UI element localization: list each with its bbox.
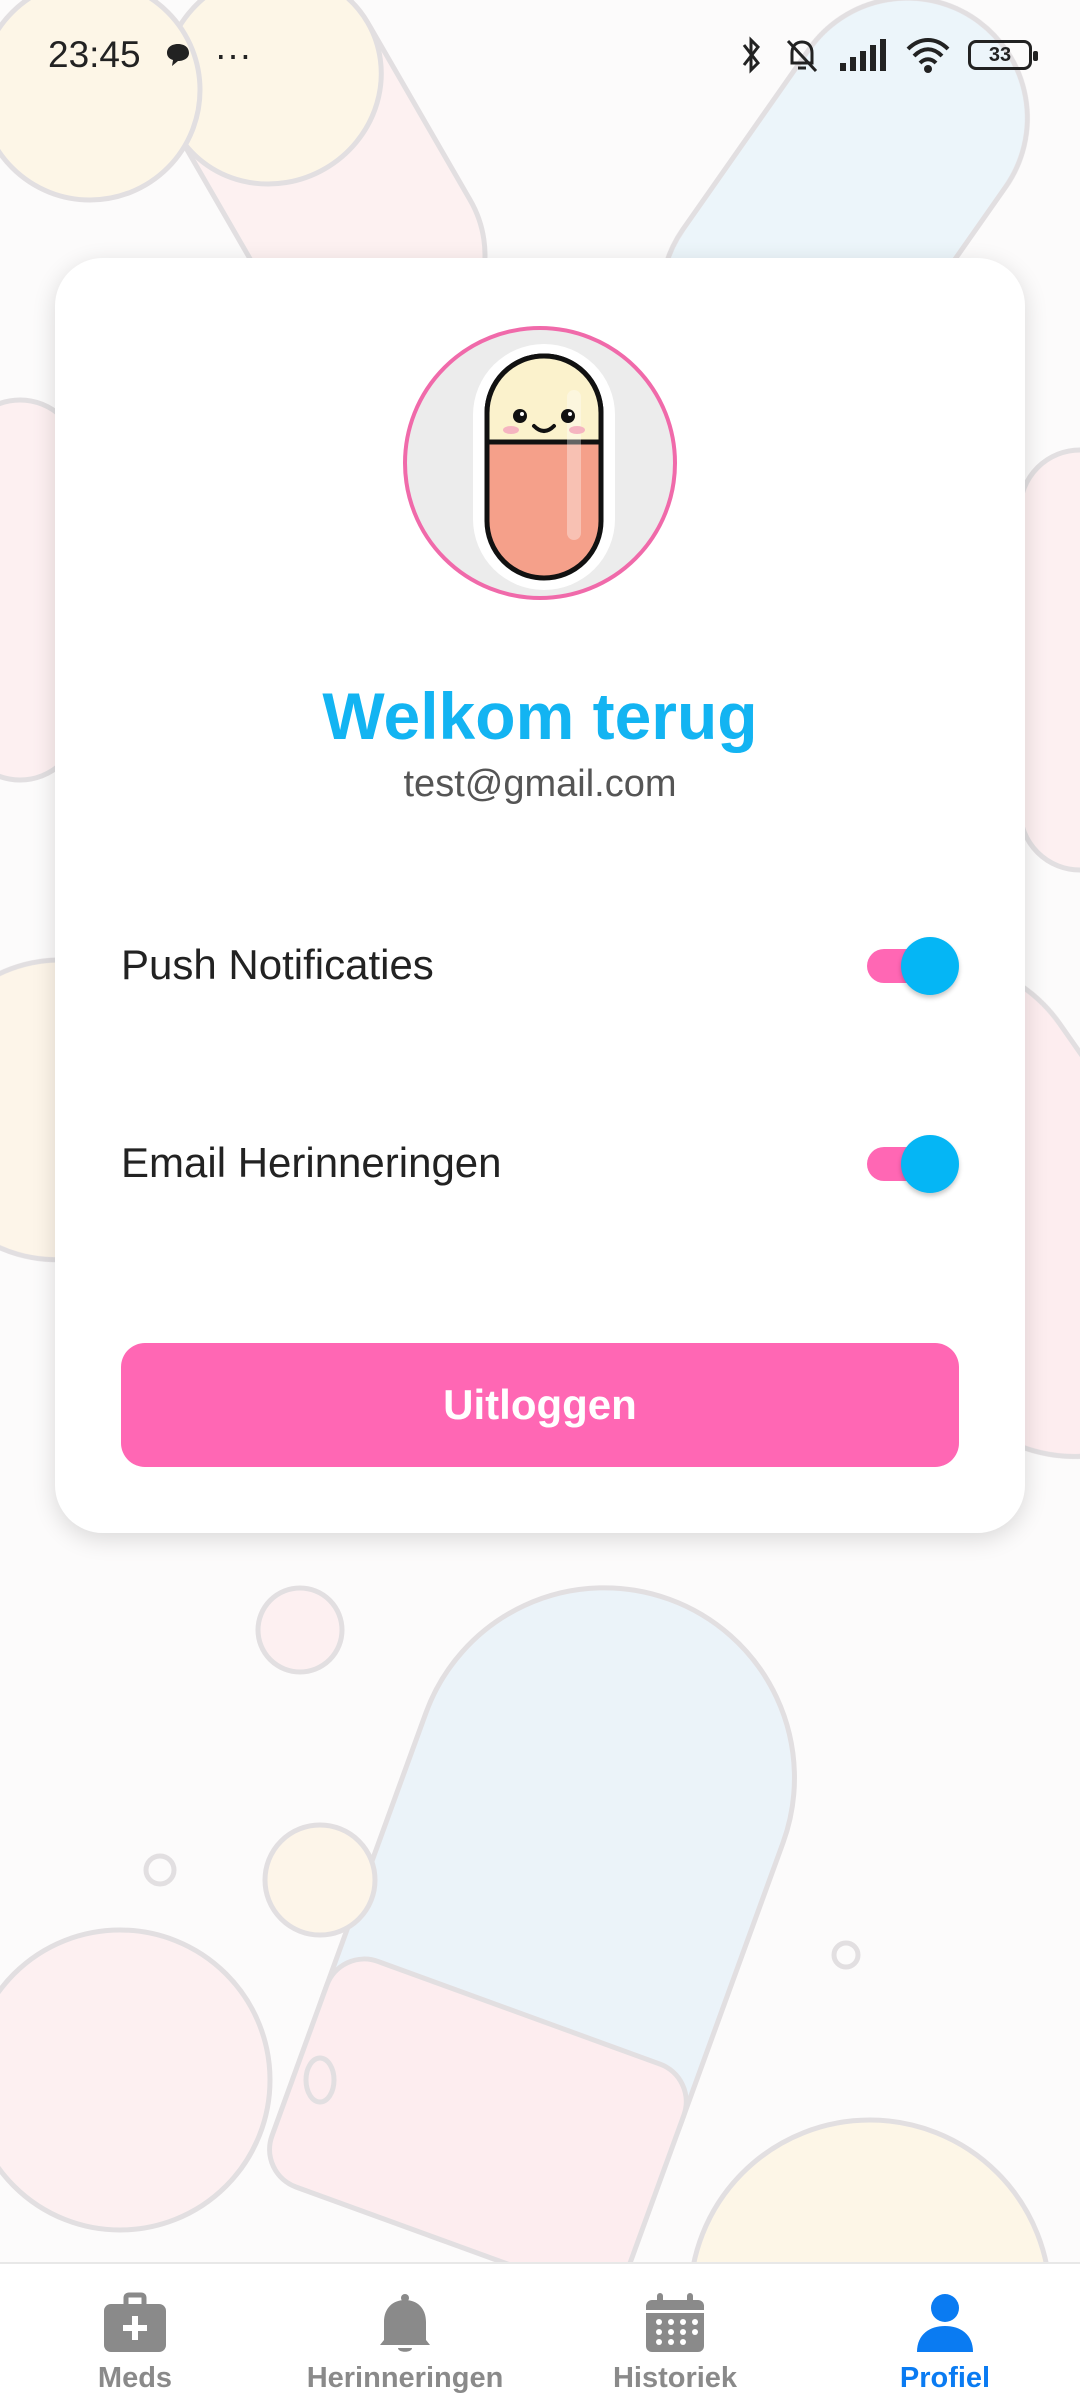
push-notifications-toggle[interactable] (867, 935, 959, 995)
status-time: 23:45 (48, 34, 141, 75)
nav-item-profiel[interactable]: Profiel (810, 2264, 1080, 2400)
push-notifications-label: Push Notificaties (121, 941, 434, 988)
bluetooth-icon (742, 36, 760, 74)
status-bar: 23:45 ··· 33 (0, 0, 1080, 110)
battery-icon: 33 (968, 40, 1038, 70)
chat-bubble-icon (166, 44, 189, 66)
wifi-icon (906, 38, 950, 73)
email-reminders-toggle[interactable] (867, 1133, 959, 1193)
email-reminders-label: Email Herinneringen (121, 1139, 502, 1186)
profile-card: Welkom terug test@gmail.com Push Notific… (55, 258, 1025, 1533)
person-icon (917, 2294, 973, 2352)
calendar-icon (646, 2293, 704, 2352)
nav-label-herinneringen: Herinneringen (306, 2362, 504, 2394)
welcome-title: Welkom terug (322, 679, 758, 753)
logout-button[interactable]: Uitloggen (121, 1343, 959, 1467)
status-left: 23:45 ··· (48, 34, 252, 76)
nav-label-profiel: Profiel (899, 2362, 991, 2394)
status-more-indicator: ··· (214, 34, 252, 75)
nav-item-herinneringen[interactable]: Herinneringen (270, 2264, 540, 2400)
nav-label-historiek: Historiek (612, 2362, 738, 2394)
nav-item-meds[interactable]: Meds (0, 2264, 270, 2400)
avatar[interactable] (403, 326, 677, 600)
setting-push-notifications: Push Notificaties (121, 920, 959, 1010)
nav-label-meds: Meds (97, 2362, 173, 2394)
toggle-knob (901, 937, 959, 995)
setting-email-reminders: Email Herinneringen (121, 1118, 959, 1208)
user-email: test@gmail.com (403, 763, 677, 805)
nav-item-historiek[interactable]: Historiek (540, 2264, 810, 2400)
status-right: 33 (736, 35, 1038, 75)
toggle-knob (901, 1135, 959, 1193)
medical-kit-icon (104, 2292, 166, 2352)
battery-level: 33 (988, 43, 1012, 66)
signal-icon (840, 39, 886, 71)
bottom-navigation: Meds Herinneringen Historiek Profiel (0, 2262, 1080, 2400)
bell-icon (380, 2294, 430, 2352)
pill-mascot-icon (473, 344, 615, 590)
mute-bell-icon (786, 39, 818, 73)
